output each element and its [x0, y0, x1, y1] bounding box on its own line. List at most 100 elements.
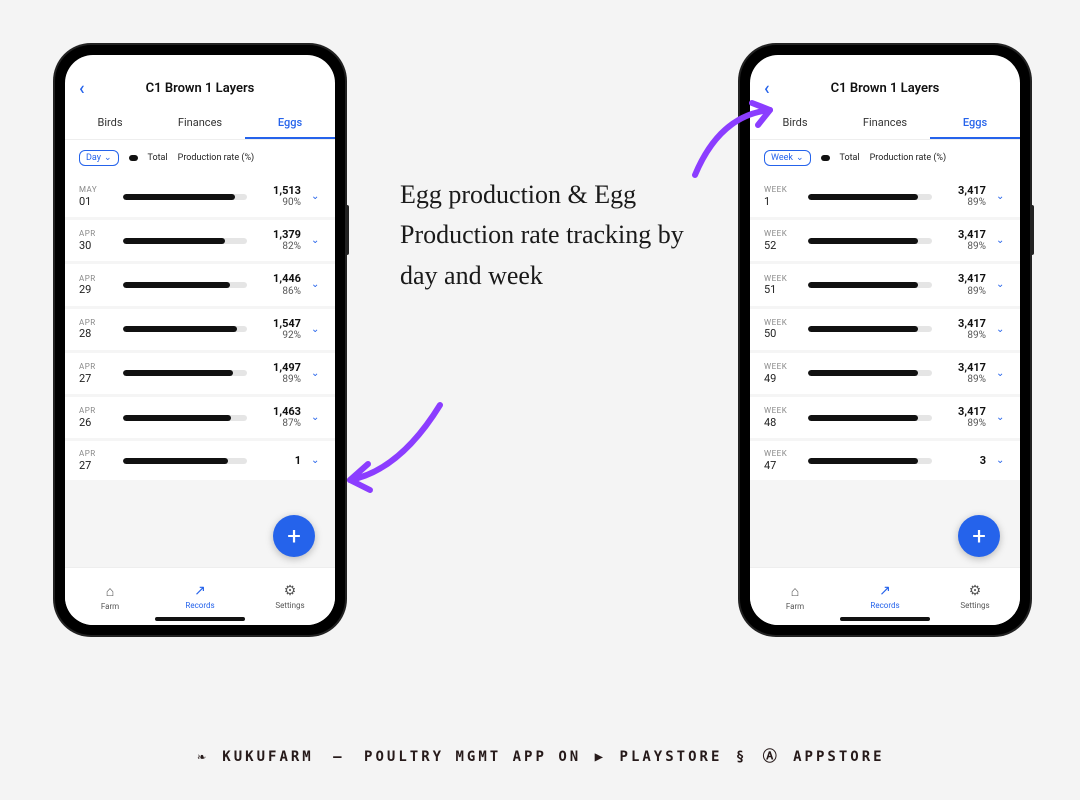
- playstore-label: PLAYSTORE: [620, 749, 723, 765]
- legend-rate-label: Production rate (%): [178, 153, 255, 163]
- tabs: Birds Finances Eggs: [750, 102, 1020, 140]
- filter-row: Week⌄ Total Production rate (%): [750, 140, 1020, 176]
- nav-farm[interactable]: ⌂Farm: [750, 568, 840, 625]
- value-column: 1: [257, 454, 301, 467]
- value-column: 3,41789%: [942, 228, 986, 253]
- period-label: WEEK47: [764, 449, 798, 472]
- page-title: C1 Brown 1 Layers: [146, 81, 255, 96]
- production-bar: [808, 458, 932, 464]
- tab-eggs[interactable]: Eggs: [245, 108, 335, 139]
- brand-name: KUKUFARM: [222, 749, 313, 765]
- legend-rate-label: Production rate (%): [870, 153, 947, 163]
- tab-eggs[interactable]: Eggs: [930, 108, 1020, 139]
- chevron-down-icon: ⌄: [311, 368, 321, 379]
- farm-icon: ⌂: [791, 583, 799, 600]
- chevron-down-icon: ⌄: [996, 191, 1006, 202]
- chevron-down-icon: ⌄: [311, 412, 321, 423]
- record-row[interactable]: WEEK493,41789%⌄: [750, 353, 1020, 394]
- production-bar: [808, 415, 932, 421]
- period-label: APR28: [79, 318, 113, 341]
- chevron-down-icon: ⌄: [996, 235, 1006, 246]
- record-row[interactable]: APR271⌄: [65, 441, 335, 480]
- chevron-down-icon: ⌄: [996, 455, 1006, 466]
- chevron-down-icon: ⌄: [311, 324, 321, 335]
- side-button: [1030, 205, 1034, 255]
- value-column: 1,46387%: [257, 405, 301, 430]
- record-row[interactable]: APR301,37982%⌄: [65, 220, 335, 261]
- nav-farm[interactable]: ⌂Farm: [65, 568, 155, 625]
- phone-mockup-day: ‹ C1 Brown 1 Layers Birds Finances Eggs …: [55, 45, 345, 635]
- arrow-to-week: [690, 95, 780, 189]
- home-indicator: [155, 617, 245, 621]
- annotation-text: Egg production & Egg Production rate tra…: [400, 175, 700, 296]
- period-label: APR29: [79, 274, 113, 297]
- records-icon: ↗: [194, 583, 206, 599]
- record-row[interactable]: APR28 1,54792% ⌄: [65, 309, 335, 350]
- back-button[interactable]: ‹: [79, 78, 85, 99]
- nav-settings[interactable]: ⚙Settings: [245, 568, 335, 625]
- period-label: WEEK52: [764, 229, 798, 252]
- value-column: 1,44686%: [257, 272, 301, 297]
- nav-settings[interactable]: ⚙Settings: [930, 568, 1020, 625]
- value-column: 1,54792%: [257, 317, 301, 342]
- period-label: APR27: [79, 449, 113, 472]
- value-column: 3,41789%: [942, 361, 986, 386]
- value-column: 3: [942, 454, 986, 467]
- records-list-week: WEEK13,41789%⌄WEEK523,41789%⌄WEEK513,417…: [750, 176, 1020, 567]
- tab-birds[interactable]: Birds: [65, 108, 155, 139]
- farm-icon: ⌂: [106, 583, 114, 600]
- period-label: APR27: [79, 362, 113, 385]
- brand-icon: ❧: [197, 749, 208, 765]
- chevron-down-icon: ⌄: [311, 279, 321, 290]
- record-row[interactable]: WEEK47 3 ⌄: [750, 441, 1020, 480]
- brand-tagline: POULTRY MGMT APP: [364, 749, 547, 765]
- period-label: WEEK50: [764, 318, 798, 341]
- production-bar: [123, 458, 247, 464]
- appstore-label: APPSTORE: [793, 749, 884, 765]
- header: ‹ C1 Brown 1 Layers: [65, 55, 335, 102]
- production-bar: [808, 326, 932, 332]
- tab-finances[interactable]: Finances: [155, 108, 245, 139]
- add-record-button[interactable]: +: [958, 515, 1000, 557]
- record-row[interactable]: APR29 1,44686% ⌄: [65, 264, 335, 305]
- playstore-icon: ▶: [595, 749, 606, 765]
- production-bar: [808, 238, 932, 244]
- record-row[interactable]: APR261,46387%⌄: [65, 397, 335, 438]
- chevron-down-icon: ⌄: [104, 153, 112, 163]
- appstore-icon: Ⓐ: [763, 749, 780, 765]
- legend-total-label: Total: [148, 153, 168, 163]
- side-button: [345, 205, 349, 255]
- separator-icon: §: [736, 749, 747, 765]
- record-row[interactable]: APR271,49789%⌄: [65, 353, 335, 394]
- legend-total-label: Total: [840, 153, 860, 163]
- production-bar: [808, 370, 932, 376]
- chevron-down-icon: ⌄: [311, 191, 321, 202]
- header: ‹ C1 Brown 1 Layers: [750, 55, 1020, 102]
- record-row[interactable]: WEEK52 3,41789% ⌄: [750, 220, 1020, 261]
- add-record-button[interactable]: +: [273, 515, 315, 557]
- record-row[interactable]: WEEK513,41789%⌄: [750, 264, 1020, 305]
- period-filter-day[interactable]: Day⌄: [79, 150, 119, 166]
- production-bar: [123, 238, 247, 244]
- records-icon: ↗: [879, 583, 891, 599]
- record-row[interactable]: MAY011,51390%⌄: [65, 176, 335, 217]
- arrow-to-day: [340, 400, 450, 504]
- tabs: Birds Finances Eggs: [65, 102, 335, 140]
- screen-day: ‹ C1 Brown 1 Layers Birds Finances Eggs …: [65, 55, 335, 625]
- record-row[interactable]: WEEK483,41789%⌄: [750, 397, 1020, 438]
- record-row[interactable]: WEEK503,41789%⌄: [750, 309, 1020, 350]
- chevron-down-icon: ⌄: [311, 235, 321, 246]
- footer: ❧ KUKUFARM — POULTRY MGMT APP ON ▶ PLAYS…: [0, 746, 1080, 766]
- production-bar: [123, 194, 247, 200]
- page-title: C1 Brown 1 Layers: [831, 81, 940, 96]
- record-row[interactable]: WEEK13,41789%⌄: [750, 176, 1020, 217]
- production-bar: [123, 326, 247, 332]
- settings-icon: ⚙: [969, 583, 982, 599]
- value-column: 3,41789%: [942, 317, 986, 342]
- production-bar: [808, 194, 932, 200]
- value-column: 3,41789%: [942, 272, 986, 297]
- home-indicator: [840, 617, 930, 621]
- tab-finances[interactable]: Finances: [840, 108, 930, 139]
- production-bar: [123, 415, 247, 421]
- chevron-down-icon: ⌄: [996, 279, 1006, 290]
